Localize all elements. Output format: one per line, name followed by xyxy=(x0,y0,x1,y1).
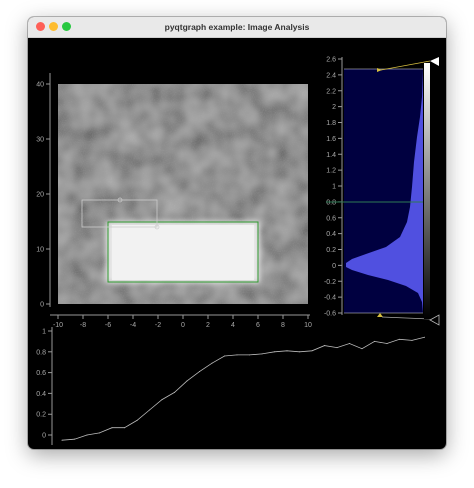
image-x-tick-label: -2 xyxy=(155,322,161,329)
line-plot-point xyxy=(111,427,113,429)
histogram-tick-label: 1.2 xyxy=(326,168,336,175)
histogram-tick-label: 0.4 xyxy=(326,231,336,238)
line-plot-point xyxy=(299,351,300,353)
line-plot-point xyxy=(374,340,375,342)
histogram-tick-label: 1.4 xyxy=(326,152,336,159)
line-plot-point xyxy=(236,354,238,356)
level-min-marker[interactable] xyxy=(377,313,383,317)
image-x-tick-label: -8 xyxy=(80,322,86,329)
line-plot-point xyxy=(86,434,88,436)
line-plot-series-line xyxy=(61,336,425,441)
image-x-tick-label: 4 xyxy=(231,322,235,329)
image-y-tick-label: 0 xyxy=(40,302,44,309)
gradient-tick-white[interactable] xyxy=(430,57,439,66)
histogram-tick-label: 2.6 xyxy=(326,57,336,64)
line-plot-point xyxy=(274,351,275,353)
noise-image xyxy=(58,84,308,304)
line-plot-point xyxy=(124,427,125,429)
line-plot-point xyxy=(424,336,425,338)
image-y-tick-label: 40 xyxy=(36,82,44,89)
line-plot-point xyxy=(211,362,213,364)
line-plot-point xyxy=(136,419,138,421)
line-plot[interactable]: 10.80.60.40.20 0246810121416182022242628… xyxy=(36,327,441,449)
histogram-tick-label: 1 xyxy=(332,184,336,191)
image-x-tick-label: 10 xyxy=(304,322,312,329)
histogram-tick-label: 0.8 xyxy=(326,199,336,206)
image-x-tick-label: 8 xyxy=(281,322,285,329)
line-plot-point xyxy=(399,338,400,340)
line-plot-point xyxy=(74,438,75,440)
gradient-link-bottom xyxy=(381,316,431,320)
gradient-tick-black[interactable] xyxy=(429,314,440,326)
image-x-tick-label: 0 xyxy=(181,322,185,329)
histogram-ticks: 2.6 2.4 2.2 2 1.8 1.6 1.4 1.2 1 0.8 0.6 0.4 0.2 0 -0.2… xyxy=(324,57,342,318)
graphics-layout[interactable]: 403020100 -10 -8 -6 -4 -2 0 2 4 6 8 10 2… xyxy=(28,37,446,449)
line-plot-y-tick-label: 0.4 xyxy=(36,391,46,398)
histogram-tick-label: 2 xyxy=(332,104,336,111)
line-plot-point xyxy=(286,350,288,352)
line-plot-point xyxy=(186,380,188,382)
histogram-tick-label: -0.6 xyxy=(324,311,336,318)
line-plot-point xyxy=(161,399,163,401)
histogram-tick-label: 0.2 xyxy=(326,247,336,254)
image-x-tick-label: 6 xyxy=(256,322,260,329)
line-plot-point xyxy=(99,432,100,434)
window-title: pyqtgraph example: Image Analysis xyxy=(164,22,310,32)
image-x-tick-label: -10 xyxy=(53,322,63,329)
line-plot-y-tick-label: 0.2 xyxy=(36,412,46,419)
image-y-tick-label: 20 xyxy=(36,192,44,199)
histogram-tick-label: -0.4 xyxy=(324,295,336,302)
image-y-tick-label: 30 xyxy=(36,137,44,144)
line-plot-point xyxy=(361,348,363,350)
line-plot-point xyxy=(261,353,263,355)
histogram-tick-label: 1.6 xyxy=(326,136,336,143)
histogram-tick-label: 0 xyxy=(332,263,336,270)
line-plot-point xyxy=(149,409,150,411)
line-plot-point xyxy=(199,371,200,373)
line-plot-y-tick-label: 0.8 xyxy=(36,349,46,356)
line-plot-point xyxy=(324,345,325,347)
line-plot-y-tick-label: 0.6 xyxy=(36,370,46,377)
histogram-tick-label: 1.8 xyxy=(326,120,336,127)
title-bar: pyqtgraph example: Image Analysis xyxy=(28,17,446,38)
line-plot-y-tick-label: 0 xyxy=(42,433,46,440)
histogram-tick-label: 0.6 xyxy=(326,215,336,222)
line-plot-point xyxy=(174,391,175,393)
image-y-tick-label: 10 xyxy=(36,247,44,254)
histogram-tick-label: 2.2 xyxy=(326,88,336,95)
line-plot-point xyxy=(411,339,413,341)
image-x-tick-label: -4 xyxy=(130,322,136,329)
image-y-ticks: 40 30 20 10 0 xyxy=(36,82,50,309)
histogram-lut[interactable]: 2.6 2.4 2.2 2 1.8 1.6 1.4 1.2 1 0.8 0.6 0.4 0.2 0 -0.2… xyxy=(324,57,440,326)
line-plot-series xyxy=(61,336,425,441)
gradient-editor[interactable] xyxy=(424,63,430,319)
window-content: 40 30 20 10 0 -10 -8 -6 -4 -2 0 2 4 6 8 10 xyxy=(28,37,446,449)
line-plot-y-ticks: 1 0.8 0.6 0.4 0.2 0 xyxy=(36,329,52,440)
line-plot-point xyxy=(386,342,388,344)
line-plot-point xyxy=(311,350,313,352)
image-x-tick-label: 2 xyxy=(206,322,210,329)
line-plot-point xyxy=(61,439,63,441)
image-x-ticks: -10 -8 -6 -4 -2 0 2 4 6 8 10 xyxy=(53,315,312,329)
histogram-tick-label: -0.2 xyxy=(324,279,336,286)
line-plot-y-tick-label: 1 xyxy=(42,329,46,336)
image-plot[interactable]: 40 30 20 10 0 -10 -8 -6 -4 -2 0 2 4 6 8 10 xyxy=(36,73,312,329)
line-plot-point xyxy=(249,354,250,356)
line-plot-point xyxy=(349,342,350,344)
line-plot-point xyxy=(336,347,338,349)
line-plot-point xyxy=(224,355,225,357)
histogram-tick-label: 2.4 xyxy=(326,72,336,79)
app-window: pyqtgraph example: Image Analysis 40 30 … xyxy=(28,17,446,449)
image-x-tick-label: -6 xyxy=(105,322,111,329)
